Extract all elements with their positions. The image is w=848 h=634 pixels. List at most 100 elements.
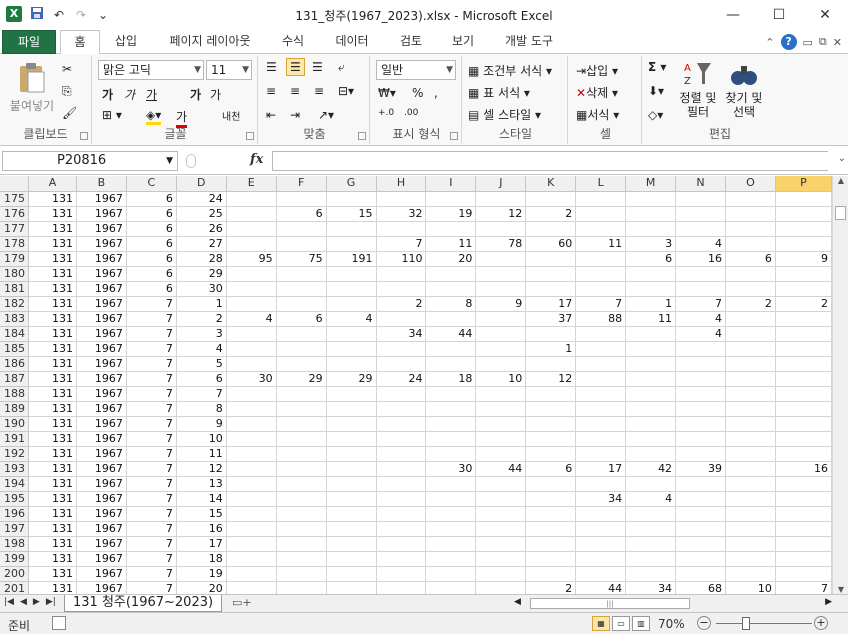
cell[interactable]: 7 bbox=[126, 311, 177, 327]
cell[interactable]: 131 bbox=[28, 296, 77, 312]
cell[interactable]: 18 bbox=[176, 551, 227, 567]
cell[interactable]: 24 bbox=[176, 191, 227, 207]
cell[interactable] bbox=[625, 416, 677, 432]
scroll-right-icon[interactable]: ▶ bbox=[825, 597, 832, 607]
cell[interactable] bbox=[675, 551, 726, 567]
cell[interactable] bbox=[226, 431, 277, 447]
cell[interactable] bbox=[425, 401, 477, 417]
row-header[interactable]: 181 bbox=[0, 281, 29, 297]
cell[interactable] bbox=[575, 191, 627, 207]
cell[interactable] bbox=[525, 491, 577, 507]
cell[interactable] bbox=[425, 281, 477, 297]
cell[interactable]: 1967 bbox=[76, 206, 127, 222]
cell[interactable]: 1967 bbox=[76, 281, 127, 297]
cell[interactable]: 1967 bbox=[76, 566, 127, 582]
cell[interactable] bbox=[326, 581, 377, 594]
cell[interactable]: 1967 bbox=[76, 386, 127, 402]
cell[interactable] bbox=[425, 506, 477, 522]
column-header-L[interactable]: L bbox=[575, 176, 627, 192]
row-header[interactable]: 176 bbox=[0, 206, 29, 222]
cell[interactable] bbox=[475, 476, 527, 492]
cell[interactable]: 15 bbox=[326, 206, 377, 222]
cell[interactable]: 1967 bbox=[76, 551, 127, 567]
cell[interactable] bbox=[775, 521, 832, 537]
cell[interactable] bbox=[675, 536, 726, 552]
cell[interactable]: 1967 bbox=[76, 296, 127, 312]
cell[interactable]: 131 bbox=[28, 581, 77, 594]
row-header[interactable]: 185 bbox=[0, 341, 29, 357]
cell[interactable]: 68 bbox=[675, 581, 726, 594]
cell[interactable]: 6 bbox=[126, 281, 177, 297]
cell[interactable] bbox=[226, 386, 277, 402]
cell[interactable] bbox=[675, 446, 726, 462]
cell[interactable] bbox=[775, 221, 832, 237]
cell[interactable]: 8 bbox=[176, 401, 227, 417]
cell[interactable] bbox=[276, 461, 327, 477]
cell[interactable] bbox=[226, 281, 277, 297]
cell[interactable]: 78 bbox=[475, 236, 527, 252]
cell[interactable]: 9 bbox=[176, 416, 227, 432]
cell[interactable] bbox=[575, 221, 627, 237]
cell[interactable] bbox=[775, 371, 832, 387]
cell[interactable]: 7 bbox=[675, 296, 726, 312]
scroll-down-icon[interactable]: ▼ bbox=[833, 585, 848, 594]
cell[interactable] bbox=[475, 506, 527, 522]
cell[interactable] bbox=[226, 401, 277, 417]
cell[interactable] bbox=[276, 221, 327, 237]
cell[interactable] bbox=[675, 476, 726, 492]
cell[interactable]: 7 bbox=[126, 296, 177, 312]
cell[interactable] bbox=[725, 206, 776, 222]
cell[interactable] bbox=[276, 356, 327, 372]
cell[interactable]: 1967 bbox=[76, 461, 127, 477]
cell[interactable]: 7 bbox=[126, 506, 177, 522]
cell[interactable] bbox=[775, 356, 832, 372]
cell[interactable] bbox=[575, 266, 627, 282]
cell[interactable]: 12 bbox=[176, 461, 227, 477]
increase-decimal-icon[interactable]: +.0 bbox=[378, 108, 394, 118]
cell[interactable]: 26 bbox=[176, 221, 227, 237]
font-name-select[interactable]: 맑은 고딕 ▼ bbox=[98, 60, 204, 80]
cell[interactable]: 29 bbox=[176, 266, 227, 282]
cell[interactable] bbox=[376, 446, 427, 462]
cut-icon[interactable]: ✂ bbox=[62, 62, 72, 76]
cell[interactable]: 1967 bbox=[76, 431, 127, 447]
cell[interactable] bbox=[326, 521, 377, 537]
cell[interactable] bbox=[475, 356, 527, 372]
cell[interactable] bbox=[376, 431, 427, 447]
cell[interactable]: 95 bbox=[226, 251, 277, 267]
cell[interactable] bbox=[376, 551, 427, 567]
column-header-M[interactable]: M bbox=[625, 176, 677, 192]
next-sheet-icon[interactable]: ▶ bbox=[33, 597, 40, 607]
align-center-icon[interactable]: ≡ bbox=[290, 84, 300, 98]
cell[interactable]: 7 bbox=[775, 581, 832, 594]
cell[interactable] bbox=[525, 191, 577, 207]
cell[interactable] bbox=[675, 386, 726, 402]
cell[interactable] bbox=[326, 476, 377, 492]
cell[interactable] bbox=[625, 521, 677, 537]
cell[interactable]: 131 bbox=[28, 356, 77, 372]
cell[interactable] bbox=[226, 296, 277, 312]
cell[interactable] bbox=[376, 566, 427, 582]
cell[interactable] bbox=[226, 446, 277, 462]
row-header[interactable]: 201 bbox=[0, 581, 29, 594]
cell[interactable]: 7 bbox=[126, 551, 177, 567]
cell[interactable] bbox=[226, 521, 277, 537]
cell[interactable]: 1967 bbox=[76, 536, 127, 552]
cell[interactable] bbox=[475, 566, 527, 582]
cell[interactable]: 131 bbox=[28, 506, 77, 522]
cell[interactable]: 1967 bbox=[76, 266, 127, 282]
cell[interactable]: 29 bbox=[276, 371, 327, 387]
cell[interactable] bbox=[725, 416, 776, 432]
cell[interactable]: 39 bbox=[675, 461, 726, 477]
cell[interactable] bbox=[625, 536, 677, 552]
cell[interactable] bbox=[376, 581, 427, 594]
cell[interactable] bbox=[326, 281, 377, 297]
cell[interactable] bbox=[575, 371, 627, 387]
row-header[interactable]: 189 bbox=[0, 401, 29, 417]
cell[interactable] bbox=[625, 326, 677, 342]
column-header-D[interactable]: D bbox=[176, 176, 227, 192]
cell[interactable]: 131 bbox=[28, 311, 77, 327]
cell[interactable] bbox=[675, 281, 726, 297]
cell[interactable] bbox=[675, 266, 726, 282]
cell[interactable] bbox=[226, 356, 277, 372]
